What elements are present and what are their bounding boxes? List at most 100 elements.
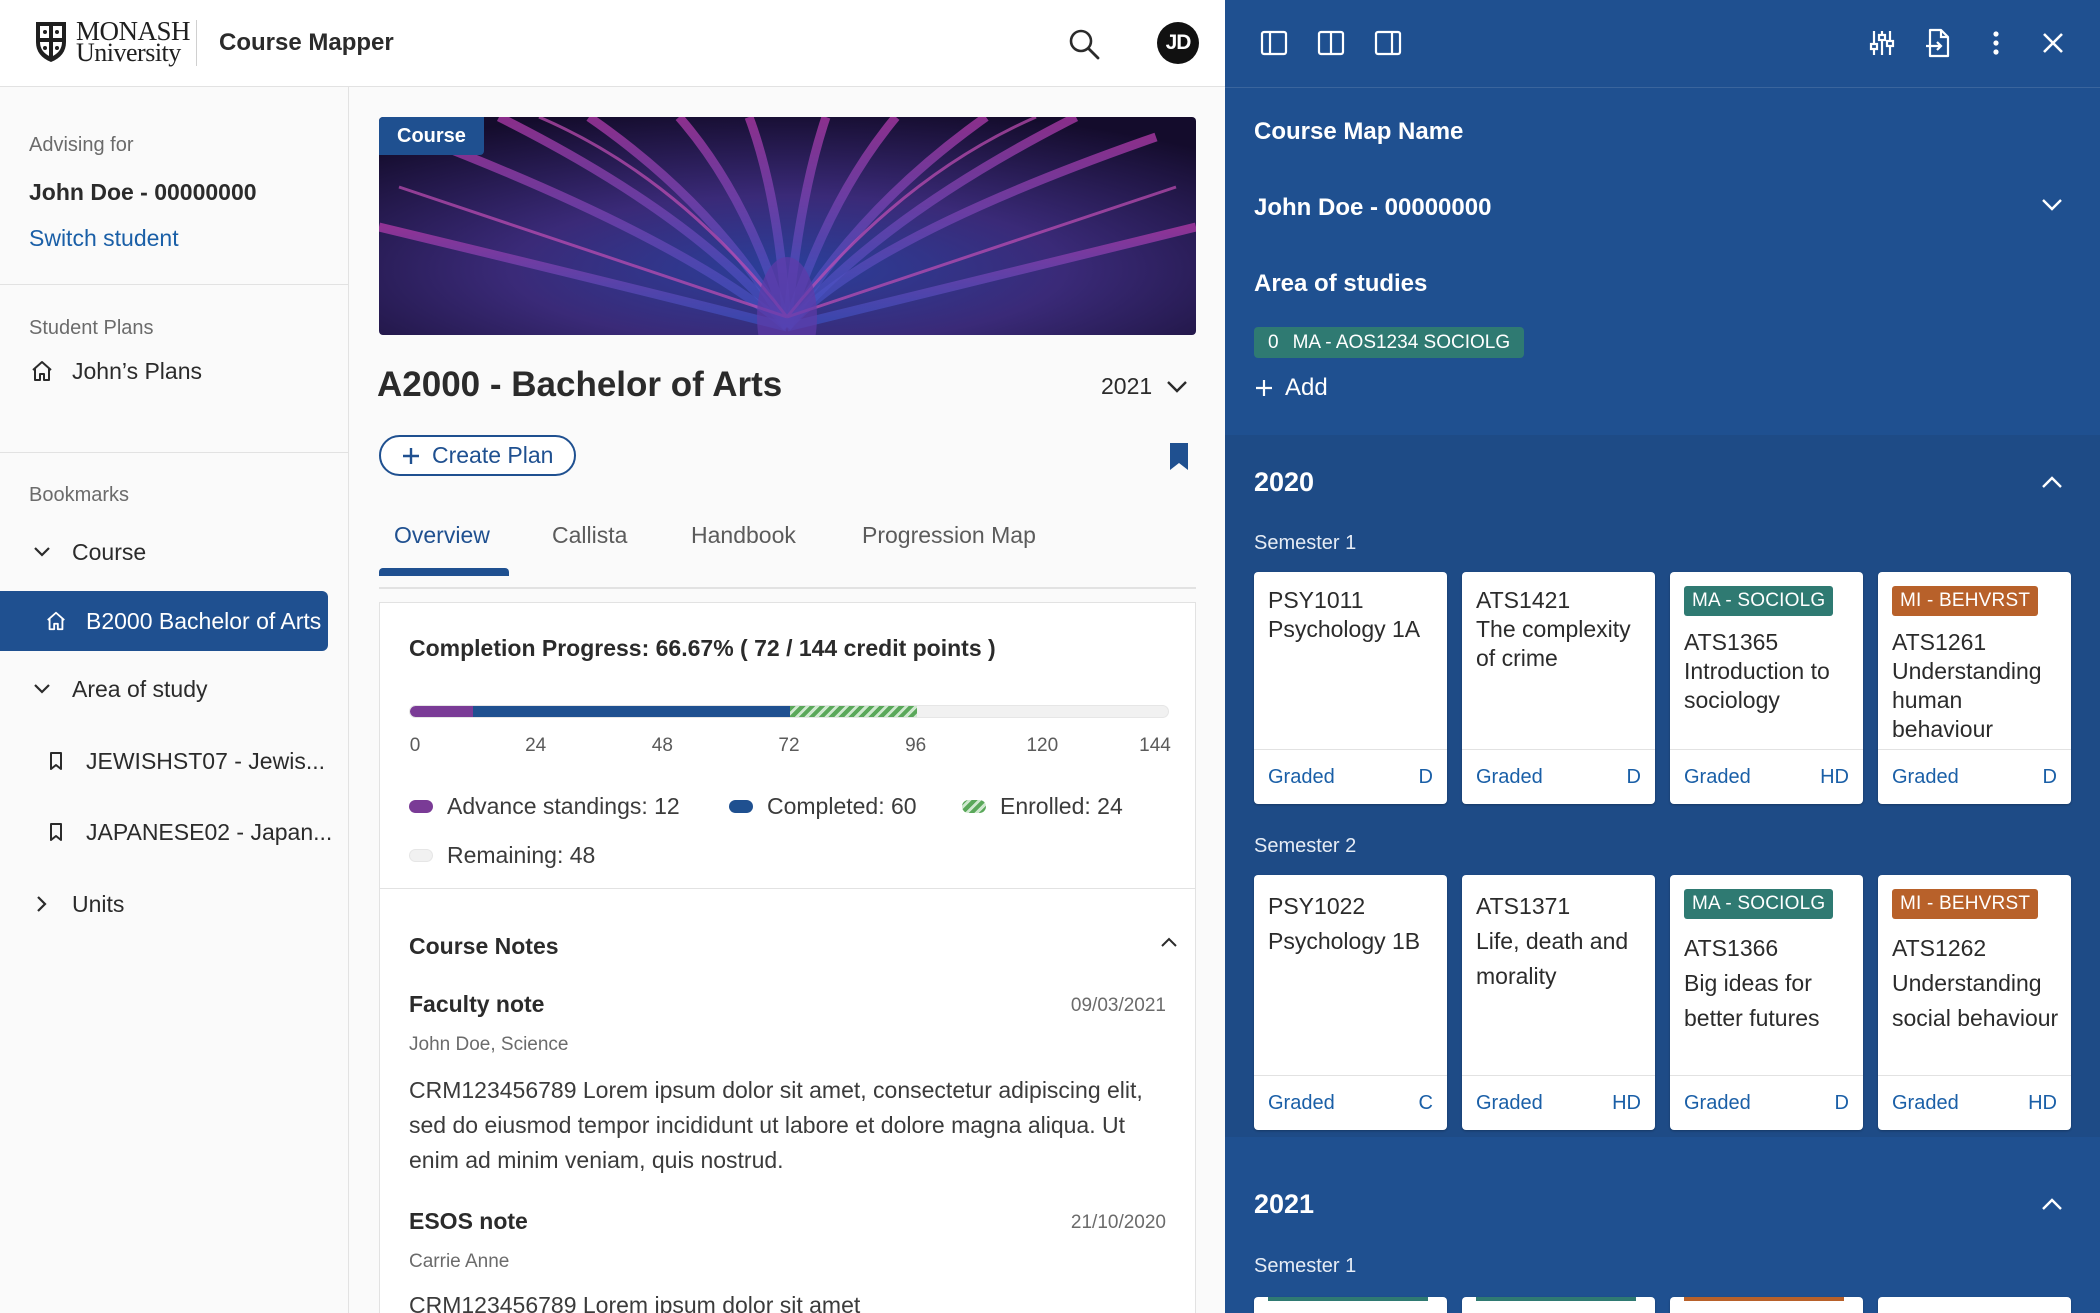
unit-code: PSY1011 [1268, 587, 1364, 613]
unit-card[interactable]: PSY1022 Psychology 1B Graded C [1254, 875, 1447, 1130]
unit-footer: Graded HD [1670, 749, 1863, 804]
unit-grade: C [1418, 1091, 1433, 1114]
chevron-up-icon[interactable] [1160, 936, 1178, 948]
note-date: 09/03/2021 [1070, 995, 1166, 1016]
chevron-up-icon[interactable] [2041, 1197, 2063, 1211]
unit-tag-strip [1684, 1297, 1844, 1301]
course-map-panel: Course Map Name John Doe - 00000000 Area… [1225, 0, 2100, 1313]
progress-tick-label: 96 [905, 735, 927, 756]
area-of-studies-label: Area of studies [1254, 270, 1428, 297]
more-vertical-icon[interactable] [1980, 27, 2012, 59]
unit-body: PSY1022 Psychology 1B [1268, 889, 1437, 959]
switch-student-link[interactable]: Switch student [29, 225, 179, 252]
dock-left-icon[interactable] [1258, 27, 1290, 59]
sidebar-item-b2000[interactable]: B2000 Bachelor of Arts [0, 591, 328, 651]
dock-right-icon[interactable] [1372, 27, 1404, 59]
unit-name: Life, death and morality [1476, 928, 1629, 989]
legend-advance-standings: Advance standings: 12 [409, 793, 680, 820]
unit-card[interactable]: ATS1421 The complexity of crime Graded D [1462, 572, 1655, 804]
note-author: Carrie Anne [409, 1251, 510, 1272]
note-body: CRM123456789 Lorem ipsum dolor sit amet [409, 1292, 861, 1313]
unit-grade: D [2042, 765, 2057, 788]
student-select[interactable]: John Doe - 00000000 [1254, 194, 1491, 222]
logo-wordmark: MONASH University [76, 18, 191, 66]
sidebar-group-units[interactable]: Units [0, 876, 349, 932]
aos-chip[interactable]: 0 MA - AOS1234 SOCIOLG [1254, 327, 1525, 358]
overview-card: Completion Progress: 66.67% ( 72 / 144 c… [379, 602, 1196, 1313]
unit-name: Understanding social behaviour [1892, 970, 2059, 1031]
tab-handbook[interactable]: Handbook [691, 522, 796, 549]
unit-card-placeholder [1462, 1297, 1655, 1313]
unit-name: Psychology 1A [1268, 616, 1421, 642]
progress-tick-label: 0 [409, 735, 421, 756]
year-heading: 2021 [1254, 1189, 1315, 1219]
create-plan-label: Create Plan [432, 442, 554, 468]
chevron-down-icon [1167, 380, 1188, 393]
tab-overview[interactable]: Overview [394, 522, 490, 549]
sidebar-divider [0, 284, 349, 285]
split-view-icon[interactable] [1315, 27, 1347, 59]
unit-card-placeholder [1254, 1297, 1447, 1313]
chevron-down-icon [30, 540, 54, 564]
legend-swatch [729, 800, 753, 813]
sidebar-divider [0, 452, 349, 453]
unit-card[interactable]: PSY1011 Psychology 1A Graded D [1254, 572, 1447, 804]
unit-body: ATS1365 Introduction to sociology [1684, 628, 1853, 715]
legend-label: Remaining: 48 [447, 842, 596, 868]
unit-aos-tag: MA - SOCIOLG [1684, 889, 1834, 919]
tab-progression-map[interactable]: Progression Map [862, 522, 1036, 549]
plus-icon [403, 447, 419, 464]
sliders-icon[interactable] [1866, 27, 1898, 59]
top-bar: MONASH University Course Mapper JD [0, 0, 1225, 87]
unit-grade: HD [2028, 1091, 2057, 1114]
chevron-down-icon[interactable] [2041, 198, 2063, 212]
legend-completed: Completed: 60 [729, 793, 917, 820]
note-body: CRM123456789 Lorem ipsum dolor sit amet,… [409, 1077, 1143, 1173]
export-file-icon[interactable] [1922, 27, 1954, 59]
unit-card[interactable]: MI - BEHVRST ATS1262 Understanding social … [1878, 875, 2071, 1130]
sidebar-item-japanese02[interactable]: JAPANESE02 - Japan... [0, 804, 349, 860]
unit-aos-tag: MI - BEHVRST [1892, 889, 2039, 919]
add-aos-button[interactable]: Add [1255, 374, 1328, 402]
unit-code: ATS1365 [1684, 629, 1779, 655]
unit-grade: D [1418, 765, 1433, 788]
legend-remaining: Remaining: 48 [409, 842, 595, 869]
create-plan-button[interactable]: Create Plan [379, 435, 577, 476]
unit-card[interactable]: MA - SOCIOLG ATS1365 Introduction to socio… [1670, 572, 1863, 804]
unit-code: ATS1366 [1684, 935, 1779, 961]
active-tab-indicator [379, 568, 509, 576]
unit-card[interactable]: MI - BEHVRST ATS1261 Understanding human b… [1878, 572, 2071, 804]
unit-status: Graded [1684, 1091, 1751, 1114]
sidebar-group-area-of-study[interactable]: Area of study [0, 661, 349, 717]
unit-card[interactable]: MA - SOCIOLG ATS1366 Big ideas for better … [1670, 875, 1863, 1130]
add-label: Add [1285, 374, 1328, 401]
tab-callista[interactable]: Callista [552, 522, 627, 549]
unit-body: ATS1261 Understanding human behaviour [1892, 628, 2061, 744]
unit-footer: Graded HD [1878, 1075, 2071, 1130]
user-avatar[interactable]: JD [1157, 22, 1199, 64]
note-title: Faculty note [409, 991, 545, 1017]
completion-progress-bar [409, 705, 1169, 718]
sidebar-group-label: Units [72, 890, 125, 917]
close-icon[interactable] [2037, 27, 2069, 59]
bookmark-filled-icon[interactable] [1167, 442, 1191, 472]
card-divider [380, 888, 1195, 889]
chevron-up-icon[interactable] [2041, 475, 2063, 489]
unit-code: ATS1371 [1476, 893, 1571, 919]
course-overview: Course A2000 - Bachelor of Arts 2021 Cre… [349, 87, 1225, 1313]
legend-label: Advance standings: 12 [447, 793, 680, 819]
sidebar-item-johns-plans[interactable]: John’s Plans [0, 343, 349, 399]
unit-code: ATS1421 [1476, 587, 1571, 613]
unit-card[interactable]: ATS1371 Life, death and morality Graded HD [1462, 875, 1655, 1130]
note-date: 21/10/2020 [1070, 1212, 1166, 1233]
search-icon[interactable] [1066, 26, 1102, 62]
monash-logo[interactable]: MONASH University [34, 18, 191, 66]
unit-body: ATS1366 Big ideas for better futures [1684, 931, 1853, 1036]
unit-status: Graded [1268, 765, 1335, 788]
year-select[interactable]: 2021 [1101, 373, 1188, 400]
unit-footer: Graded C [1254, 1075, 1447, 1130]
unit-status: Graded [1684, 765, 1751, 788]
sidebar-group-course[interactable]: Course [0, 524, 349, 580]
legend-enrolled: Enrolled: 24 [962, 793, 1123, 820]
sidebar-item-jewishst07[interactable]: JEWISHST07 - Jewis... [0, 733, 349, 789]
